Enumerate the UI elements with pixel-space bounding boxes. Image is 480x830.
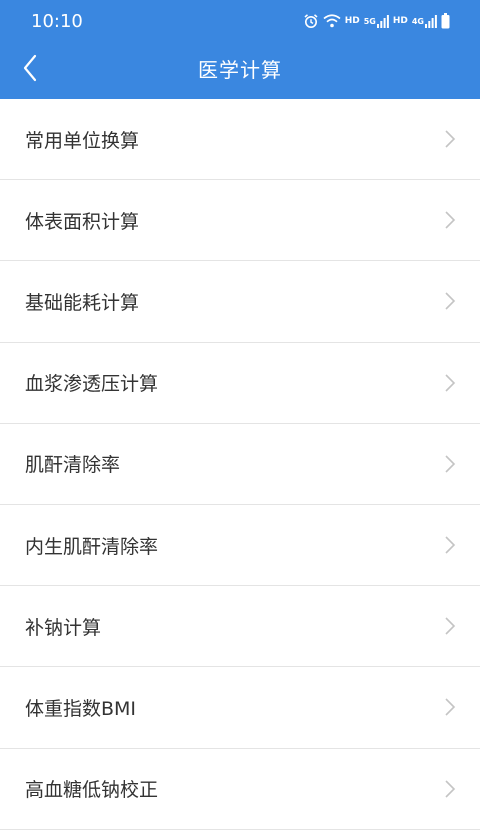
alarm-icon bbox=[303, 13, 319, 29]
battery-icon bbox=[441, 13, 450, 29]
list-item-basal-energy[interactable]: 基础能耗计算 bbox=[0, 261, 480, 343]
network-4g-label: 4G bbox=[411, 16, 424, 26]
list-item-label: 体表面积计算 bbox=[25, 210, 140, 233]
list-item-bmi[interactable]: 体重指数BMI bbox=[0, 667, 480, 749]
status-bar: 10:10 HD 5G HD 4G bbox=[0, 0, 480, 44]
calculator-list: 常用单位换算 体表面积计算 基础能耗计算 血浆渗透压计算 肌酐清除率 内生肌酐清… bbox=[0, 99, 480, 830]
wifi-icon bbox=[323, 13, 341, 29]
list-item-label: 血浆渗透压计算 bbox=[25, 373, 159, 396]
signal-icon-2: 4G bbox=[412, 14, 437, 28]
chevron-right-icon bbox=[445, 698, 456, 716]
list-item-label: 基础能耗计算 bbox=[25, 291, 140, 314]
list-item-creatinine-clearance[interactable]: 肌酐清除率 bbox=[0, 423, 480, 505]
hd-label-2: HD bbox=[392, 16, 408, 26]
page-title: 医学计算 bbox=[198, 58, 282, 82]
list-item-label: 常用单位换算 bbox=[25, 129, 140, 152]
list-item-body-surface-area[interactable]: 体表面积计算 bbox=[0, 180, 480, 262]
list-item-label: 体重指数BMI bbox=[25, 697, 137, 720]
chevron-right-icon bbox=[445, 130, 456, 148]
hd-label: HD bbox=[344, 16, 360, 26]
chevron-right-icon bbox=[445, 617, 456, 635]
list-item-endogenous-creatinine-clearance[interactable]: 内生肌酐清除率 bbox=[0, 504, 480, 587]
status-icons: HD 5G HD 4G bbox=[303, 12, 450, 30]
list-item-plasma-osmolality[interactable]: 血浆渗透压计算 bbox=[0, 342, 480, 424]
nav-bar: 医学计算 bbox=[0, 44, 480, 99]
network-5g-label: 5G bbox=[363, 16, 376, 26]
list-item-sodium-supplement[interactable]: 补钠计算 bbox=[0, 586, 480, 668]
status-time: 10:10 bbox=[31, 11, 83, 32]
list-item-label: 高血糖低钠校正 bbox=[25, 779, 159, 802]
chevron-right-icon bbox=[445, 780, 456, 798]
chevron-right-icon bbox=[445, 374, 456, 392]
signal-icon: 5G bbox=[364, 14, 389, 28]
list-item-label: 补钠计算 bbox=[25, 616, 102, 639]
chevron-right-icon bbox=[445, 455, 456, 473]
list-item-label: 内生肌酐清除率 bbox=[25, 535, 159, 558]
chevron-right-icon bbox=[445, 211, 456, 229]
chevron-right-icon bbox=[445, 536, 456, 554]
app-header: 10:10 HD 5G HD 4G 医学计算 bbox=[0, 0, 480, 99]
chevron-right-icon bbox=[445, 292, 456, 311]
list-item-hyperglycemia-sodium-correction[interactable]: 高血糖低钠校正 bbox=[0, 748, 480, 830]
list-item-unit-conversion[interactable]: 常用单位换算 bbox=[0, 99, 480, 181]
list-item-label: 肌酐清除率 bbox=[25, 454, 121, 477]
